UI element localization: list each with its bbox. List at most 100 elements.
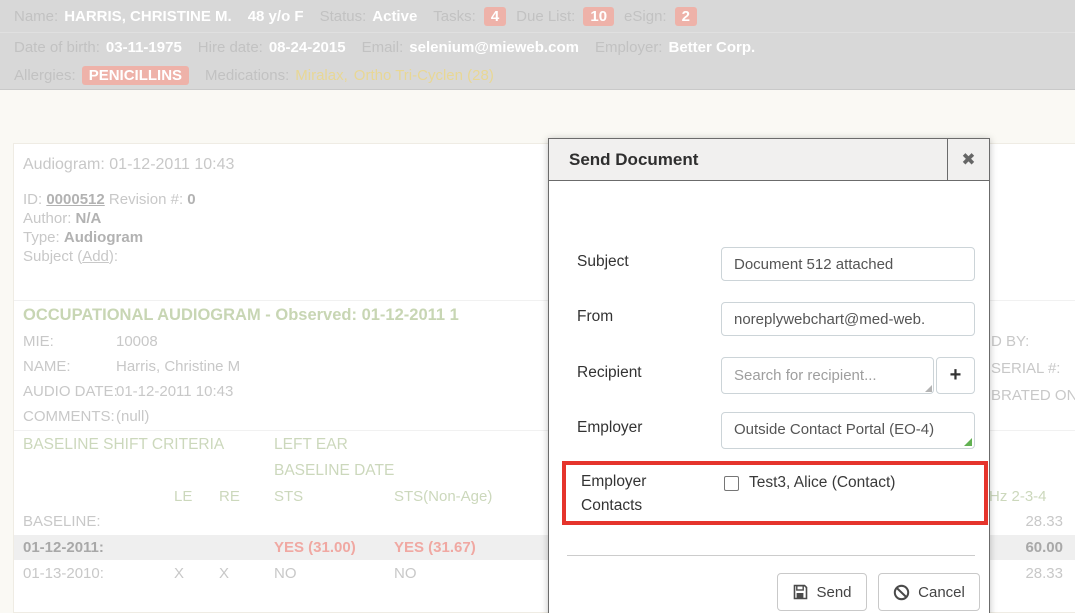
select-resize-handle-icon — [964, 438, 972, 446]
medications-label: Medications: — [205, 67, 289, 84]
employer-select[interactable]: Outside Contact Portal (EO-4) — [721, 412, 975, 449]
document-subject-line: Subject (Add): — [23, 248, 118, 265]
table-row-2010-sts: NO — [274, 565, 297, 582]
medication-miralax[interactable]: Miralax, — [295, 67, 348, 84]
patient-age-sex: 48 y/o F — [248, 8, 304, 25]
col-header-re: RE — [219, 488, 240, 505]
due-list-label: Due List: — [516, 8, 575, 25]
subject-input[interactable] — [721, 247, 975, 281]
esign-count-badge[interactable]: 2 — [675, 7, 697, 26]
patient-demographics-bar: Name: HARRIS, CHRISTINE M. 48 y/o F Stat… — [0, 0, 1075, 90]
due-list-count-badge[interactable]: 10 — [583, 7, 614, 26]
tasks-count-badge[interactable]: 4 — [484, 7, 506, 26]
hire-date-label: Hire date: — [198, 39, 263, 56]
dialog-title: Send Document — [549, 150, 947, 170]
col-header-sts-nonage: STS(Non-Age) — [394, 488, 492, 505]
table-row-2010-sts-nonage: NO — [394, 565, 417, 582]
name-label: Name: — [14, 8, 58, 25]
id-label: ID: — [23, 191, 42, 208]
table-row-2010-label: 01-13-2010: — [23, 565, 104, 582]
audio-date-label: AUDIO DATE: — [23, 383, 118, 400]
subject-prefix: Subject ( — [23, 248, 82, 265]
baseline-criteria-title: BASELINE SHIFT CRITERIA — [23, 436, 224, 454]
document-id-link[interactable]: 0000512 — [46, 191, 104, 208]
employer-contacts-label: Employer Contacts — [581, 470, 646, 518]
document-id-line: ID: 0000512 Revision #: 0 — [23, 191, 196, 208]
cancel-icon — [893, 584, 910, 601]
allergies-label: Allergies: — [14, 67, 76, 84]
close-icon: ✖ — [961, 150, 975, 170]
author-value: N/A — [76, 210, 102, 227]
dialog-body: Subject From Recipient + Employer Outsid… — [549, 181, 989, 613]
col-header-le: LE — [174, 488, 192, 505]
status-label: Status: — [320, 8, 367, 25]
contact-checkbox[interactable] — [724, 476, 739, 491]
send-button[interactable]: Send — [777, 573, 867, 611]
table-row-2011-sts: YES (31.00) — [274, 539, 356, 556]
button-separator — [567, 555, 975, 556]
subject-suffix: ): — [109, 248, 118, 265]
serial-number-fragment: SERIAL #: — [991, 360, 1060, 377]
mie-label: MIE: — [23, 333, 54, 350]
table-row-2011-sts-nonage: YES (31.67) — [394, 539, 476, 556]
subject-add-link[interactable]: Add — [82, 248, 109, 265]
highlight-annotation-box: Employer Contacts Test3, Alice (Contact) — [562, 461, 988, 525]
recipient-search-input[interactable] — [721, 357, 934, 394]
patient-bar-row-3: Allergies: PENICILLINS Medications: Mira… — [0, 61, 1075, 89]
from-field-label: From — [577, 308, 613, 326]
table-row-2010-right-value: 28.33 — [1025, 565, 1063, 582]
document-author-line: Author: N/A — [23, 210, 101, 227]
report-title: OCCUPATIONAL AUDIOGRAM - Observed: 01-12… — [23, 306, 459, 325]
col-header-sts: STS — [274, 488, 303, 505]
revision-label: Revision #: — [109, 191, 183, 208]
dialog-header[interactable]: Send Document ✖ — [549, 139, 989, 181]
col-header-hz: Hz 2-3-4 — [989, 488, 1047, 505]
comments-value: (null) — [116, 408, 149, 425]
type-label: Type: — [23, 229, 60, 246]
author-label: Author: — [23, 210, 71, 227]
table-row-2010-le: X — [174, 565, 184, 582]
document-header: Audiogram: 01-12-2011 10:43 — [23, 156, 234, 174]
left-ear-header: LEFT EAR — [274, 436, 348, 454]
document-type-line: Type: Audiogram — [23, 229, 143, 246]
subject-field-label: Subject — [577, 253, 629, 271]
employer-field-label: Employer — [577, 419, 642, 437]
from-input[interactable] — [721, 302, 975, 336]
close-button[interactable]: ✖ — [947, 139, 989, 181]
esign-label: eSign: — [624, 8, 667, 25]
add-recipient-button[interactable]: + — [936, 357, 975, 394]
table-row-baseline-right-value: 28.33 — [1025, 513, 1063, 530]
cancel-button-label: Cancel — [918, 584, 965, 601]
name-field-label: NAME: — [23, 358, 71, 375]
patient-bar-row-1: Name: HARRIS, CHRISTINE M. 48 y/o F Stat… — [0, 0, 1075, 33]
type-value: Audiogram — [64, 229, 143, 246]
patient-dob: 03-11-1975 — [106, 39, 182, 56]
send-document-dialog: Send Document ✖ Subject From Recipient +… — [548, 138, 990, 613]
save-icon — [792, 584, 808, 600]
contact-option-label[interactable]: Test3, Alice (Contact) — [749, 474, 895, 492]
medication-ortho-tri-cyclen[interactable]: Ortho Tri-Cyclen (28) — [354, 67, 494, 84]
comments-label: COMMENTS: — [23, 408, 115, 425]
patient-bar-row-2: Date of birth: 03-11-1975 Hire date: 08-… — [0, 33, 1075, 61]
send-button-label: Send — [816, 584, 851, 601]
name-field-value: Harris, Christine M — [116, 358, 240, 375]
audio-date-value: 01-12-2011 10:43 — [116, 383, 233, 400]
table-row-2011-label: 01-12-2011: — [23, 539, 104, 556]
mie-value: 10008 — [116, 333, 158, 350]
employer-label: Employer: — [595, 39, 663, 56]
cancel-button[interactable]: Cancel — [878, 573, 980, 611]
calibrated-on-fragment: BRATED ON — [991, 387, 1075, 404]
patient-employer: Better Corp. — [668, 39, 755, 56]
table-row-2010-re: X — [219, 565, 229, 582]
patient-hire-date: 08-24-2015 — [269, 39, 346, 56]
calibrated-by-fragment: D BY: — [991, 333, 1029, 350]
email-label: Email: — [362, 39, 404, 56]
baseline-date-header: BASELINE DATE — [274, 462, 394, 480]
allergy-badge[interactable]: PENICILLINS — [82, 66, 189, 85]
patient-email: selenium@mieweb.com — [409, 39, 579, 56]
employer-selected-value: Outside Contact Portal (EO-4) — [734, 421, 934, 438]
patient-name: HARRIS, CHRISTINE M. — [64, 8, 232, 25]
table-row-baseline-label: BASELINE: — [23, 513, 101, 530]
revision-value: 0 — [187, 191, 195, 208]
dob-label: Date of birth: — [14, 39, 100, 56]
